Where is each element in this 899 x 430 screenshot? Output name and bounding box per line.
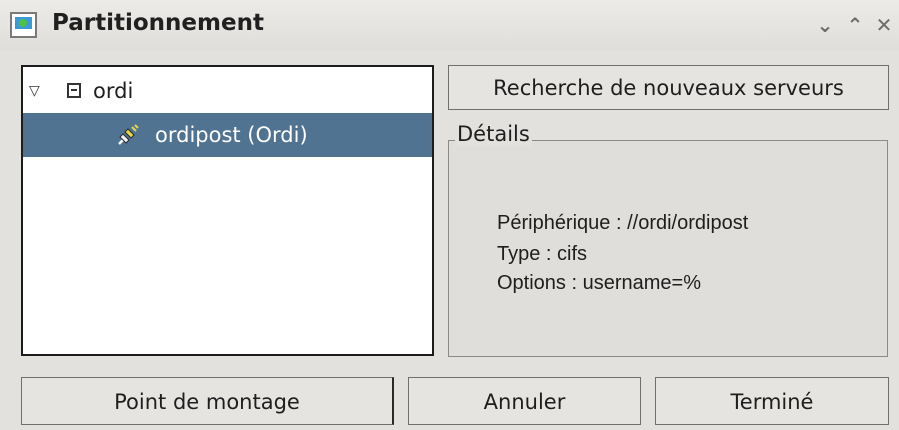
tree-item-ordi[interactable]: ▽ ordi	[23, 69, 432, 113]
done-button[interactable]: Terminé	[655, 377, 889, 425]
mount-point-button[interactable]: Point de montage	[21, 377, 394, 425]
close-icon[interactable]: ✕	[872, 11, 896, 39]
details-options: Options : username=%	[497, 272, 701, 294]
tree-item-label: ordipost (Ordi)	[155, 123, 308, 147]
expander-icon[interactable]: ▽	[29, 69, 40, 113]
app-icon	[10, 12, 37, 38]
search-servers-button[interactable]: Recherche de nouveaux serveurs	[448, 65, 889, 110]
details-device: Périphérique : //ordi/ordipost	[497, 212, 749, 234]
details-type: Type : cifs	[497, 243, 588, 265]
tree-item-ordipost[interactable]: ordipost (Ordi)	[23, 113, 432, 157]
maximize-icon[interactable]: ⌃	[843, 11, 867, 39]
title-bar[interactable]: Partitionnement ⌄ ⌃ ✕	[0, 0, 899, 50]
server-tree[interactable]: ▽ ordi ordipost (Ordi)	[21, 65, 434, 356]
tree-item-label: ordi	[93, 79, 134, 103]
window-title: Partitionnement	[52, 10, 264, 36]
cancel-button[interactable]: Annuler	[408, 377, 641, 425]
network-share-icon	[118, 124, 139, 145]
computer-icon	[67, 83, 81, 98]
minimize-icon[interactable]: ⌄	[813, 11, 837, 39]
details-legend: Détails	[455, 122, 532, 146]
